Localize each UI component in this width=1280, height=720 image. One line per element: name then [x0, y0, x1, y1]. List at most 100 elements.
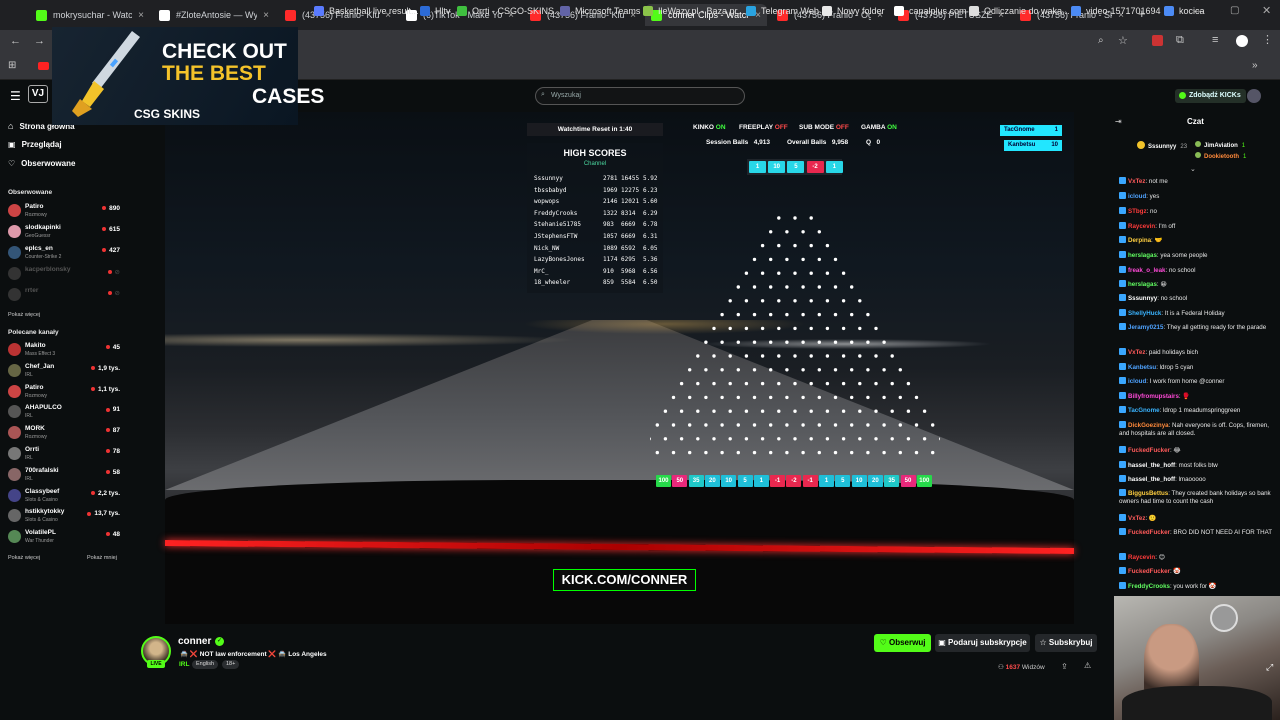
bookmark-item[interactable]: Basketball live result... [314, 6, 419, 16]
sidebar-channel[interactable]: MORK Rozmowy 87 [8, 423, 123, 443]
csgo-skins-ad[interactable]: CHECK OUT THE BEST CASES CSG SKINS [52, 27, 324, 125]
chat-message[interactable]: Kanbetsu: ldrop 5 cyan [1119, 363, 1277, 372]
maximize-button[interactable]: ▢ [1230, 5, 1239, 16]
chat-message[interactable]: DickGoezinya: Nah everyone is off. Cops,… [1119, 421, 1277, 438]
get-kicks-button[interactable]: Zdobądź KICKs [1175, 89, 1246, 103]
chat-username[interactable]: ShellyHuck [1128, 310, 1161, 317]
chat-message[interactable]: VxTez: not me [1119, 177, 1277, 186]
tag-age[interactable]: 18+ [222, 660, 240, 669]
chat-message[interactable]: FuckedFucker: BRO DID NOT NEED AI FOR TH… [1119, 528, 1277, 537]
chat-message[interactable]: herslagas: 😀 [1119, 280, 1277, 289]
youtube-bookmark-icon[interactable] [38, 62, 49, 70]
top-gifter[interactable]: JimAviation 1 [1195, 141, 1245, 149]
chat-message[interactable]: Raycevin: I'm off [1119, 222, 1277, 231]
collapse-chat-icon[interactable]: ⇥ [1115, 117, 1122, 126]
chat-username[interactable]: freak_o_leak [1128, 267, 1166, 274]
sidebar-channel[interactable]: Classybeef Slots & Casino 2,2 tys. [8, 486, 123, 506]
bookmark-item[interactable]: Telegram Web [746, 6, 819, 16]
forward-icon[interactable]: → [34, 35, 45, 47]
fullscreen-icon[interactable]: ⤢ [1266, 662, 1273, 673]
chat-message[interactable]: icloud: yes [1119, 192, 1277, 201]
chat-username[interactable]: VxTez [1128, 178, 1145, 185]
sidebar-channel[interactable]: rrter ⊘ [8, 285, 123, 305]
sidebar-channel[interactable]: Orrti IRL 78 [8, 444, 123, 464]
sidebar-channel[interactable]: Chef_Jan IRL 1,9 tys. [8, 361, 123, 381]
chat-username[interactable]: Sssunnyy [1128, 295, 1157, 302]
zoom-icon[interactable]: ⌕ [1098, 35, 1104, 46]
browser-tab[interactable]: mokrysuchar - Watch × [30, 4, 150, 26]
chat-message[interactable]: Billyfromupstairs: 🥊 [1119, 392, 1277, 401]
close-window-button[interactable]: ✕ [1262, 4, 1271, 17]
chat-message[interactable]: Sssunnyy: no school [1119, 294, 1277, 303]
chat-username[interactable]: Raycevin [1128, 554, 1155, 561]
chat-username[interactable]: Kanbetsu [1128, 364, 1156, 371]
extensions-puzzle-icon[interactable]: ⧉ [1176, 34, 1184, 47]
chat-username[interactable]: herslagas [1128, 281, 1157, 288]
nav-browse[interactable]: ▣ Przeglądaj [8, 140, 62, 149]
top-gifter[interactable]: Sssunnyy 23 [1137, 141, 1187, 150]
sidebar-channel[interactable]: AHAPULCO IRL 91 [8, 402, 123, 422]
bookmark-item[interactable]: kocica [1164, 6, 1205, 16]
browser-tab[interactable]: #ZloteAntosie — Wy × [153, 4, 275, 26]
sidebar-channel[interactable]: kacperblonsky ⊘ [8, 264, 123, 284]
chat-username[interactable]: icloud [1128, 378, 1146, 385]
profile-avatar[interactable] [1236, 35, 1248, 47]
stream-category[interactable]: IRL [179, 661, 189, 668]
show-more-recommended[interactable]: Pokaż więcej [8, 555, 40, 561]
chat-message[interactable]: STbgz: no [1119, 207, 1277, 216]
chat-username[interactable]: Jeramy0215 [1128, 324, 1163, 331]
chat-message[interactable]: FreddyCrooks: you work for 🤡 [1119, 582, 1277, 591]
chat-message[interactable]: ShellyHuck: It is a Federal Holiday [1119, 309, 1277, 318]
chat-message[interactable]: BiggusBettus: They created bank holidays… [1119, 489, 1277, 506]
sidebar-channel[interactable]: Patiro Rozmowy 1,1 tys. [8, 382, 123, 402]
chat-username[interactable]: icloud [1128, 193, 1146, 200]
report-icon[interactable]: ⚠ [1084, 661, 1091, 670]
nav-following[interactable]: ♡ Obserwowane [8, 159, 75, 168]
chat-message[interactable]: VxTez: 🙂 [1119, 514, 1277, 523]
chat-username[interactable]: BiggusBettus [1128, 490, 1168, 497]
bookmark-item[interactable]: Hltv [420, 6, 451, 16]
chat-username[interactable]: VxTez [1128, 515, 1145, 522]
show-less-recommended[interactable]: Pokaż mniej [87, 555, 117, 561]
chat-username[interactable]: Raycevin [1128, 223, 1155, 230]
gift-subs-button[interactable]: ▣ Podaruj subskrypcje [935, 634, 1030, 652]
top-gifter[interactable]: Dookietooth 1 [1195, 152, 1246, 160]
apps-grid-icon[interactable]: ⊞ [8, 60, 16, 71]
sidebar-channel[interactable]: eplcs_en Counter-Strike 2 427 [8, 243, 123, 263]
bookmark-item[interactable]: IleWazy.pl - Baza pr... [643, 6, 745, 16]
sidebar-channel[interactable]: Patiro Rozmowy 890 [8, 201, 123, 221]
tab-close-icon[interactable]: × [263, 10, 269, 21]
chat-username[interactable]: DickGoezinya [1128, 422, 1169, 429]
chat-message[interactable]: hassel_the_hoff: lmaooooo [1119, 475, 1277, 484]
channel-name[interactable]: conner [178, 636, 211, 647]
chat-message[interactable]: hassel_the_hoff: most folks btw [1119, 461, 1277, 470]
chat-username[interactable]: STbgz [1128, 208, 1147, 215]
chat-message[interactable]: FuckedFucker: 🤡 [1119, 567, 1277, 576]
chat-username[interactable]: FuckedFucker [1128, 447, 1170, 454]
sidebar-channel[interactable]: slodkapinki GeoGuessr 615 [8, 222, 123, 242]
show-more-followed[interactable]: Pokaż więcej [8, 312, 40, 318]
chat-message[interactable]: icloud: I work from home @conner [1119, 377, 1277, 386]
chat-username[interactable]: Derpina [1128, 237, 1151, 244]
bookmark-item[interactable]: Odliczanie do waka... [969, 6, 1070, 16]
tab-search-icon[interactable]: ≡ [1212, 34, 1218, 46]
user-avatar[interactable] [1247, 89, 1261, 103]
tab-close-icon[interactable]: × [138, 10, 144, 21]
chat-message[interactable]: FuckedFucker: 😂 [1119, 446, 1277, 455]
tag-english[interactable]: English [192, 660, 219, 669]
chat-message[interactable]: VxTez: paid holidays bich [1119, 348, 1277, 357]
sidebar-channel[interactable]: VolatilePL War Thunder 48 [8, 527, 123, 547]
back-icon[interactable]: ← [10, 35, 21, 47]
chat-message[interactable]: herslagas: yea some people [1119, 251, 1277, 260]
sidebar-channel[interactable]: hstikkytokky Slots & Casino 13,7 tys. [8, 506, 123, 526]
bookmark-item[interactable]: Orrti - CSGO-SKINS... [457, 6, 562, 16]
chat-username[interactable]: FreddyCrooks [1128, 583, 1170, 590]
sidebar-channel[interactable]: Makito Mass Effect 3 45 [8, 340, 123, 360]
follow-button[interactable]: ♡ Obserwuj [874, 634, 931, 652]
sidebar-channel[interactable]: 700rafalski IRL 58 [8, 465, 123, 485]
chat-username[interactable]: VxTez [1128, 349, 1145, 356]
chat-username[interactable]: hassel_the_hoff [1128, 462, 1175, 469]
chat-message[interactable]: Raycevin: 😊 [1119, 553, 1277, 562]
bookmark-item[interactable]: Nowy folder [822, 6, 885, 16]
extension-icon[interactable] [1152, 35, 1163, 46]
